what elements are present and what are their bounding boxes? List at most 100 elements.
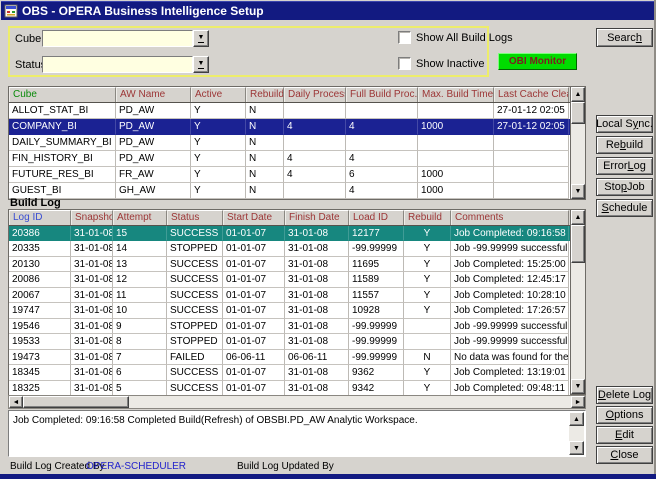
table-cell: 12 [113,272,167,287]
table-row[interactable]: DAILY_SUMMARY_BIPD_AWYN [9,135,570,151]
table-cell [284,103,346,119]
table-cell: Job Completed: 15:25:00 C [451,257,569,272]
table-row[interactable]: ALLOT_STAT_BIPD_AWYN27-01-12 02:05 PM [9,103,570,119]
delete-log-button[interactable]: Delete Log [596,386,653,404]
rebuild-button[interactable]: Rebuild [596,136,653,154]
build-log-section-label: Build Log [10,197,61,209]
build-log-scrollbar[interactable]: ▲ ▼ [571,210,585,394]
table-cell: PD_AW [116,151,191,167]
stop-job-button[interactable]: Stop Job [596,178,653,196]
table-cell: 9342 [349,381,404,396]
table-cell: 06-06-11 [223,350,285,365]
table-cell: 31-01-08 [71,365,113,380]
cube-table-scrollbar[interactable]: ▲ ▼ [571,87,585,199]
table-row[interactable]: 2006731-01-0811SUCCESS01-01-0731-01-0811… [9,288,570,303]
table-row[interactable]: 2013031-01-0813SUCCESS01-01-0731-01-0811… [9,257,570,272]
table-cell: 1000 [418,119,494,135]
table-row[interactable]: 2008631-01-0812SUCCESS01-01-0731-01-0811… [9,272,570,287]
scroll-down-icon[interactable]: ▼ [571,184,585,199]
status-input[interactable] [42,56,193,73]
table-cell: 31-01-08 [285,381,349,396]
build-log-hscrollbar[interactable]: ◄ ► [8,395,586,409]
table-cell: FR_AW [116,167,191,183]
table-cell: 31-01-08 [71,381,113,396]
scroll-down-icon[interactable]: ▼ [571,379,585,394]
table-row[interactable]: 1974731-01-0810SUCCESS01-01-0731-01-0810… [9,303,570,318]
table-cell: 31-01-08 [71,257,113,272]
log-detail-textarea[interactable]: Job Completed: 09:16:58 Completed Build(… [8,410,586,457]
scroll-up-icon[interactable]: ▲ [571,87,585,102]
table-row[interactable]: FUTURE_RES_BIFR_AWYN461000 [9,167,570,183]
table-cell: 31-01-08 [71,288,113,303]
scroll-right-icon[interactable]: ► [571,396,585,408]
table-cell: Y [191,103,246,119]
table-cell: 9 [113,319,167,334]
scroll-up-icon[interactable]: ▲ [571,210,585,225]
scroll-up-icon[interactable]: ▲ [569,412,584,426]
column-header: Rebuild [246,87,284,102]
obi-monitor-button[interactable]: OBI Monitor [498,53,577,70]
log-table-body: 2038631-01-0815SUCCESS01-01-0731-01-0812… [9,226,570,396]
column-header: Daily Processes [284,87,346,102]
column-header: Log ID [9,210,71,225]
column-header: Active [191,87,246,102]
table-cell: N [246,167,284,183]
column-header: AW Name [116,87,191,102]
scrollbar-track[interactable] [571,124,585,184]
table-cell: N [246,103,284,119]
show-inactive-checkbox[interactable] [398,57,411,70]
table-cell: Job Completed: 09:48:11 C [451,381,569,396]
scroll-left-icon[interactable]: ◄ [9,396,23,408]
table-row[interactable]: 1954631-01-089STOPPED01-01-0731-01-08-99… [9,319,570,334]
table-row[interactable]: 2038631-01-0815SUCCESS01-01-0731-01-0812… [9,226,570,241]
column-header: Start Date [223,210,285,225]
column-header: Cube [9,87,116,102]
table-row[interactable]: COMPANY_BIPD_AWYN44100027-01-12 02:05 PM [9,119,570,135]
table-cell [418,151,494,167]
options-button[interactable]: Options [596,406,653,424]
scrollbar-track[interactable] [571,263,585,379]
title-bar[interactable]: OBS - OPERA Business Intelligence Setup [1,1,654,20]
table-cell: 20067 [9,288,71,303]
cube-dropdown-button[interactable]: ▼ [193,30,209,47]
table-cell: PD_AW [116,119,191,135]
schedule-button[interactable]: Schedule [596,199,653,217]
lov-down-icon: ▼ [198,34,205,43]
table-cell: 01-01-07 [223,272,285,287]
table-cell: ALLOT_STAT_BI [9,103,116,119]
table-cell: 31-01-08 [285,272,349,287]
status-dropdown-button[interactable]: ▼ [193,56,209,73]
table-row[interactable]: FIN_HISTORY_BIPD_AWYN44 [9,151,570,167]
edit-button[interactable]: Edit [596,426,653,444]
table-cell: STOPPED [167,241,223,256]
scroll-down-icon[interactable]: ▼ [569,441,584,455]
table-cell: Job Completed: 10:28:10 C [451,288,569,303]
scrollbar-thumb[interactable] [23,396,129,408]
error-log-button[interactable]: Error Log [596,157,653,175]
table-cell: 4 [346,183,418,199]
table-cell: 01-01-07 [223,257,285,272]
table-cell: 31-01-08 [71,241,113,256]
scrollbar-thumb[interactable] [571,225,585,263]
table-row[interactable]: 1834531-01-086SUCCESS01-01-0731-01-08936… [9,365,570,380]
table-cell: -99.99999 [349,241,404,256]
table-cell: 01-01-07 [223,288,285,303]
cube-input[interactable] [42,30,193,47]
table-cell: FUTURE_RES_BI [9,167,116,183]
table-cell: 31-01-08 [71,350,113,365]
scrollbar-thumb[interactable] [571,102,585,124]
table-row[interactable]: 1832531-01-085SUCCESS01-01-0731-01-08934… [9,381,570,396]
show-all-build-logs-checkbox[interactable] [398,31,411,44]
table-row[interactable]: 1953331-01-088STOPPED01-01-0731-01-08-99… [9,334,570,349]
table-row[interactable]: 2033531-01-0814STOPPED01-01-0731-01-08-9… [9,241,570,256]
scrollbar-track[interactable] [129,396,571,408]
table-cell: Job Completed: 12:45:17 C [451,272,569,287]
search-button[interactable]: Search [596,28,653,47]
close-button[interactable]: Close [596,446,653,464]
table-row[interactable]: 1947331-01-087FAILED06-06-1106-06-11-99.… [9,350,570,365]
detail-scrollbar[interactable]: ▲ ▼ [569,412,584,455]
table-cell: 31-01-08 [285,257,349,272]
local-sync-button[interactable]: Local Sync. [596,115,653,133]
table-cell: 11589 [349,272,404,287]
table-row[interactable]: GUEST_BIGH_AWYN41000 [9,183,570,199]
